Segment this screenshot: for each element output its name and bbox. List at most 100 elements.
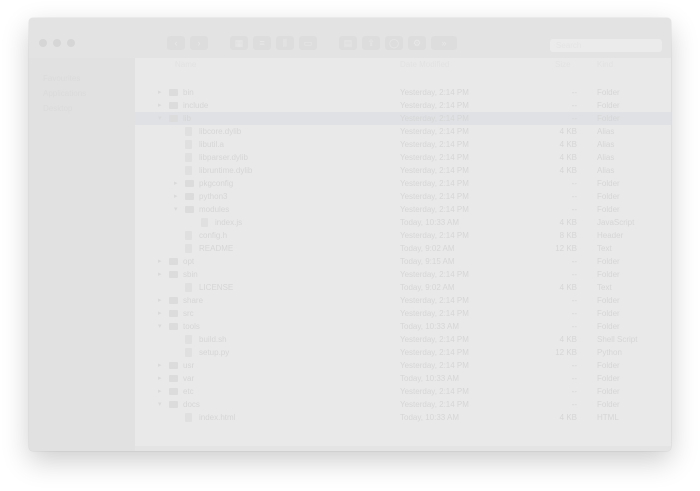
sidebar-item[interactable]: Favourites	[43, 74, 80, 83]
sidebar-item[interactable]: Desktop	[43, 104, 72, 113]
minimize-icon[interactable]	[53, 39, 61, 47]
file-row[interactable]: index.js Today, 10:33 AM 4 KB JavaScript	[135, 216, 671, 229]
column-header-kind[interactable]: Kind	[597, 60, 613, 69]
file-row[interactable]: ▾ modules Yesterday, 2:14 PM -- Folder	[135, 203, 671, 216]
file-row[interactable]: build.sh Yesterday, 2:14 PM 4 KB Shell Scri…	[135, 333, 671, 346]
file-kind: Text	[597, 244, 612, 253]
file-row[interactable]: setup.py Yesterday, 2:14 PM 12 KB Python	[135, 346, 671, 359]
zoom-icon[interactable]	[67, 39, 75, 47]
disclosure-closed-icon[interactable]: ▸	[158, 385, 162, 398]
file-row[interactable]: ▸ share Yesterday, 2:14 PM -- Folder	[135, 294, 671, 307]
file-list: Name Date Modified Size Kind ▸ bin Yesterd…	[135, 58, 671, 451]
file-row[interactable]: ▸ var Today, 10:33 AM -- Folder	[135, 372, 671, 385]
search-field[interactable]: Search	[550, 39, 662, 52]
tags-button[interactable]: ◯	[385, 36, 403, 50]
file-name: README	[199, 244, 234, 253]
disclosure-closed-icon[interactable]: ▸	[158, 372, 162, 385]
view-icons-button[interactable]: ▦	[230, 36, 248, 50]
file-row[interactable]: ▸ opt Today, 9:15 AM -- Folder	[135, 255, 671, 268]
column-header-name[interactable]: Name	[175, 60, 196, 69]
file-size: 4 KB	[559, 413, 577, 422]
file-name: index.js	[215, 218, 243, 227]
file-name: opt	[183, 257, 195, 266]
file-kind: Python	[597, 348, 622, 357]
file-date: Yesterday, 2:14 PM	[400, 400, 469, 409]
file-name: usr	[183, 361, 195, 370]
file-date: Today, 9:02 AM	[400, 283, 455, 292]
file-row[interactable]: config.h Yesterday, 2:14 PM 8 KB Header	[135, 229, 671, 242]
titlebar[interactable]: ‹ › ▦ ≡ ⫼ ▭ ▤ ⇪ ◯ ⚙ » Search	[29, 18, 671, 58]
share-button[interactable]: ⇪	[362, 36, 380, 50]
file-name: libruntime.dylib	[199, 166, 253, 175]
file-row[interactable]: libutil.a Yesterday, 2:14 PM 4 KB Alias	[135, 138, 671, 151]
disclosure-closed-icon[interactable]: ▸	[158, 99, 162, 112]
file-row[interactable]: ▸ src Yesterday, 2:14 PM -- Folder	[135, 307, 671, 320]
column-header-date[interactable]: Date Modified	[400, 60, 449, 69]
file-date: Yesterday, 2:14 PM	[400, 361, 469, 370]
file-date: Today, 10:33 AM	[400, 413, 459, 422]
action-button[interactable]: ⚙	[408, 36, 426, 50]
forward-button[interactable]: ›	[190, 36, 208, 50]
file-name: src	[183, 309, 194, 318]
file-row[interactable]: ▸ etc Yesterday, 2:14 PM -- Folder	[135, 385, 671, 398]
file-row[interactable]: ▸ sbin Yesterday, 2:14 PM -- Folder	[135, 268, 671, 281]
disclosure-closed-icon[interactable]: ▸	[158, 268, 162, 281]
file-size: 8 KB	[559, 231, 577, 240]
file-date: Yesterday, 2:14 PM	[400, 205, 469, 214]
file-row[interactable]: ▸ python3 Yesterday, 2:14 PM -- Folder	[135, 190, 671, 203]
disclosure-closed-icon[interactable]: ▸	[174, 177, 178, 190]
disclosure-closed-icon[interactable]: ▸	[174, 190, 178, 203]
file-size: 4 KB	[559, 140, 577, 149]
disclosure-open-icon[interactable]: ▾	[174, 203, 178, 216]
close-icon[interactable]	[39, 39, 47, 47]
file-row[interactable]: ▸ include Yesterday, 2:14 PM -- Folder	[135, 99, 671, 112]
file-kind: Alias	[597, 153, 615, 162]
disclosure-closed-icon[interactable]: ▸	[158, 359, 162, 372]
file-kind: HTML	[597, 413, 619, 422]
disclosure-closed-icon[interactable]: ▸	[158, 86, 162, 99]
file-row[interactable]: ▾ lib Yesterday, 2:14 PM -- Folder	[135, 112, 671, 125]
file-row[interactable]: ▸ usr Yesterday, 2:14 PM -- Folder	[135, 359, 671, 372]
document-icon	[185, 140, 192, 149]
folder-icon	[169, 297, 178, 304]
file-row[interactable]: libcore.dylib Yesterday, 2:14 PM 4 KB Alias	[135, 125, 671, 138]
file-row[interactable]: libparser.dylib Yesterday, 2:14 PM 4 KB Ali…	[135, 151, 671, 164]
disclosure-closed-icon[interactable]: ▸	[158, 307, 162, 320]
disclosure-open-icon[interactable]: ▾	[158, 320, 162, 333]
view-columns-button[interactable]: ⫼	[276, 36, 294, 50]
column-header-size[interactable]: Size	[555, 60, 571, 69]
file-name: sbin	[183, 270, 198, 279]
folder-icon	[169, 115, 178, 122]
disclosure-closed-icon[interactable]: ▸	[158, 255, 162, 268]
disclosure-closed-icon[interactable]: ▸	[158, 294, 162, 307]
disclosure-open-icon[interactable]: ▾	[158, 112, 162, 125]
file-row[interactable]: ▾ docs Yesterday, 2:14 PM -- Folder	[135, 398, 671, 411]
file-size: 4 KB	[559, 335, 577, 344]
file-row[interactable]: ▾ tools Today, 10:33 AM -- Folder	[135, 320, 671, 333]
file-row[interactable]: index.html Today, 10:33 AM 4 KB HTML	[135, 411, 671, 424]
file-size: 4 KB	[559, 218, 577, 227]
view-list-button[interactable]: ≡	[253, 36, 271, 50]
folder-icon	[169, 362, 178, 369]
file-kind: Folder	[597, 192, 620, 201]
more-button[interactable]: »	[431, 36, 457, 50]
disclosure-open-icon[interactable]: ▾	[158, 398, 162, 411]
horizontal-scrollbar[interactable]	[135, 446, 671, 451]
view-gallery-button[interactable]: ▭	[299, 36, 317, 50]
back-button[interactable]: ‹	[167, 36, 185, 50]
folder-icon	[169, 388, 178, 395]
file-row[interactable]: ▸ bin Yesterday, 2:14 PM -- Folder	[135, 86, 671, 99]
file-row[interactable]: LICENSE Today, 9:02 AM 4 KB Text	[135, 281, 671, 294]
file-kind: Folder	[597, 88, 620, 97]
file-kind: Folder	[597, 114, 620, 123]
file-row[interactable]: README Today, 9:02 AM 12 KB Text	[135, 242, 671, 255]
folder-icon	[185, 193, 194, 200]
file-row[interactable]: libruntime.dylib Yesterday, 2:14 PM 4 KB Al…	[135, 164, 671, 177]
file-name: etc	[183, 387, 194, 396]
file-date: Yesterday, 2:14 PM	[400, 309, 469, 318]
sidebar-item[interactable]: Applications	[43, 89, 86, 98]
file-row[interactable]: ▸ pkgconfig Yesterday, 2:14 PM -- Folder	[135, 177, 671, 190]
file-date: Today, 10:33 AM	[400, 218, 459, 227]
group-button[interactable]: ▤	[339, 36, 357, 50]
